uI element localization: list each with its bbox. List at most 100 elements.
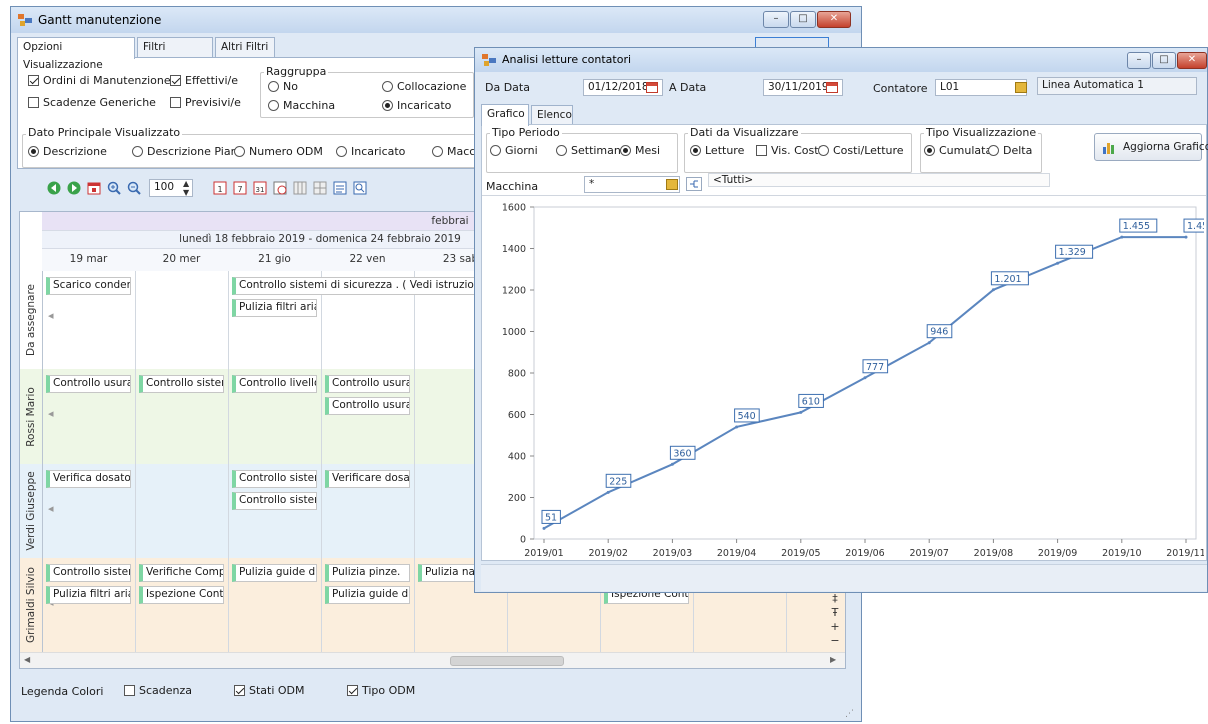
zoom-controls[interactable]: ‡ Ŧ + − <box>826 592 844 652</box>
horizontal-scroll-thumb[interactable] <box>450 656 564 666</box>
week-view-icon[interactable]: 7 <box>233 181 247 195</box>
raggruppa-no-radio[interactable]: No <box>268 80 298 93</box>
horizontal-scrollbar[interactable] <box>20 652 845 668</box>
zoom-in-icon[interactable] <box>107 181 121 195</box>
effettivi-checkbox[interactable]: Effettivi/e <box>170 74 238 87</box>
previsivi-checkbox[interactable]: Previsivi/e <box>170 96 241 109</box>
gantt-task[interactable]: Pulizia pinze. <box>325 564 410 582</box>
list-icon[interactable] <box>333 181 347 195</box>
legend-tipo-odm-checkbox[interactable]: Tipo ODM <box>347 684 415 697</box>
aggiorna-grafico-button[interactable]: Aggiorna Grafico <box>1094 133 1208 161</box>
gantt-task[interactable]: Controllo usura u <box>325 375 410 393</box>
data-point <box>799 410 803 414</box>
lane-scroll-icon[interactable]: ◂ <box>48 407 54 420</box>
calendar-icon[interactable] <box>826 82 838 93</box>
today-icon[interactable] <box>87 181 101 195</box>
gantt-task[interactable]: Pulizia filtri aria c <box>232 299 317 317</box>
vis-costi-checkbox[interactable]: Vis. Costi <box>756 144 822 157</box>
gantt-task[interactable]: Controllo usura u <box>325 397 410 415</box>
tab-opzioni-visualizzazione[interactable]: Opzioni Visualizzazione <box>17 37 135 71</box>
close-button[interactable]: ✕ <box>1177 52 1207 69</box>
gantt-task[interactable]: Verifica dosatore <box>46 470 131 488</box>
day-divider <box>135 464 136 558</box>
gantt-task[interactable]: Pulizia guide di sc <box>325 586 410 604</box>
back-icon[interactable] <box>47 181 61 195</box>
gantt-titlebar[interactable]: Gantt manutenzione – □ ✕ <box>11 7 861 33</box>
svg-text:31: 31 <box>256 186 265 194</box>
costi-letture-radio[interactable]: Costi/Letture <box>818 144 904 157</box>
raggruppa-collocazione-radio[interactable]: Collocazione <box>382 80 466 93</box>
ordini-checkbox[interactable]: Ordini di Manutenzione <box>28 74 171 87</box>
letture-titlebar[interactable]: Analisi letture contatori – □ ✕ <box>475 48 1207 72</box>
data-point <box>670 462 674 466</box>
columns-icon[interactable] <box>293 181 307 195</box>
forward-icon[interactable] <box>67 181 81 195</box>
gantt-toolbar: 100 ▲ ▼ 1 7 31 <box>17 173 477 203</box>
gantt-week-label: lunedì 18 febbraio 2019 - domenica 24 fe… <box>179 233 461 245</box>
tab-altri-filtri[interactable]: Altri Filtri <box>215 37 275 57</box>
gantt-task[interactable]: Ispezione Contrc <box>139 586 224 604</box>
gantt-task[interactable]: Pulizia guide di sc <box>232 564 317 582</box>
legend-scadenza-checkbox[interactable]: Scadenza <box>124 684 192 697</box>
preview-icon[interactable] <box>353 181 367 195</box>
raggruppa-macchina-radio[interactable]: Macchina <box>268 99 335 112</box>
gantt-task[interactable]: Controllo sistemi <box>232 492 317 510</box>
tab-grafico[interactable]: Grafico <box>481 104 529 126</box>
scroll-left-icon[interactable]: ◀ <box>24 655 30 664</box>
day-divider <box>228 464 229 558</box>
gantt-task[interactable]: Controllo livello li <box>232 375 317 393</box>
lane-name: Rossi Mario <box>25 386 37 447</box>
data-label: 1.201 <box>994 274 1021 285</box>
da-data-label: Da Data <box>485 81 530 94</box>
gantt-window-title: Gantt manutenzione <box>38 13 162 27</box>
close-button[interactable]: ✕ <box>817 11 851 28</box>
tab-elenco[interactable]: Elenco <box>531 105 573 124</box>
periodo-settimane-radio[interactable]: Settimane <box>556 144 628 157</box>
legend-stati-odm-checkbox[interactable]: Stati ODM <box>234 684 305 697</box>
lane-scroll-icon[interactable]: ◂ <box>48 309 54 322</box>
folder-icon[interactable] <box>1015 82 1027 93</box>
vis-cumulata-radio[interactable]: Cumulata <box>924 144 992 157</box>
resize-grip-icon[interactable]: ⋰ <box>845 709 854 719</box>
data-label: 1.329 <box>1059 247 1086 258</box>
dato-macchina-radio[interactable]: Macc <box>432 145 475 158</box>
calendar-icon[interactable] <box>646 82 658 93</box>
maximize-button[interactable]: □ <box>1152 52 1176 69</box>
dato-descrizione-piano-radio[interactable]: Descrizione Piano <box>132 145 244 158</box>
periodo-giorni-radio[interactable]: Giorni <box>490 144 538 157</box>
scroll-right-icon[interactable]: ▶ <box>830 655 836 664</box>
zoom-out-icon[interactable] <box>127 181 141 195</box>
raggruppa-incaricato-radio[interactable]: Incaricato <box>382 99 451 112</box>
gantt-task[interactable]: Controllo sistemi di sicurezza . ( Vedi … <box>232 277 503 295</box>
gantt-task[interactable]: Controllo usura u <box>46 375 131 393</box>
gantt-task[interactable]: Controllo sistemi <box>232 470 317 488</box>
maximize-button[interactable]: □ <box>790 11 816 28</box>
gantt-task[interactable]: Verifiche Compre <box>139 564 224 582</box>
letture-radio[interactable]: Letture <box>690 144 744 157</box>
tab-filtri-principali[interactable]: Filtri Principali <box>137 37 213 71</box>
folder-icon[interactable] <box>666 179 678 190</box>
gantt-task[interactable]: Scarico condensa <box>46 277 131 295</box>
day-view-icon[interactable]: 1 <box>213 181 227 195</box>
dato-numero-odm-radio[interactable]: Numero ODM <box>234 145 323 158</box>
dato-descrizione-radio[interactable]: Descrizione <box>28 145 107 158</box>
timeline-view-icon[interactable] <box>273 181 287 195</box>
month-view-icon[interactable]: 31 <box>253 181 267 195</box>
gantt-task[interactable]: Pulizia filtri aria ci <box>46 586 131 604</box>
contatore-input[interactable]: L01 <box>935 79 1027 96</box>
data-point <box>1120 235 1124 239</box>
lane-scroll-icon[interactable]: ◂ <box>48 502 54 515</box>
periodo-mesi-radio[interactable]: Mesi <box>620 144 660 157</box>
grid-icon[interactable] <box>313 181 327 195</box>
scadenze-checkbox[interactable]: Scadenze Generiche <box>28 96 156 109</box>
gantt-task[interactable]: Verificare dosato <box>325 470 410 488</box>
gantt-task[interactable]: Controllo sistemi <box>46 564 131 582</box>
zoom-spinner-icon[interactable]: ▲ ▼ <box>183 179 189 197</box>
minimize-button[interactable]: – <box>1127 52 1151 69</box>
vis-delta-radio[interactable]: Delta <box>988 144 1032 157</box>
x-tick-label: 2019/02 <box>588 548 627 559</box>
minimize-button[interactable]: – <box>763 11 789 28</box>
dato-incaricato-radio[interactable]: Incaricato <box>336 145 405 158</box>
gantt-task[interactable]: Controllo sistemi <box>139 375 224 393</box>
hierarchy-icon[interactable] <box>686 177 702 191</box>
